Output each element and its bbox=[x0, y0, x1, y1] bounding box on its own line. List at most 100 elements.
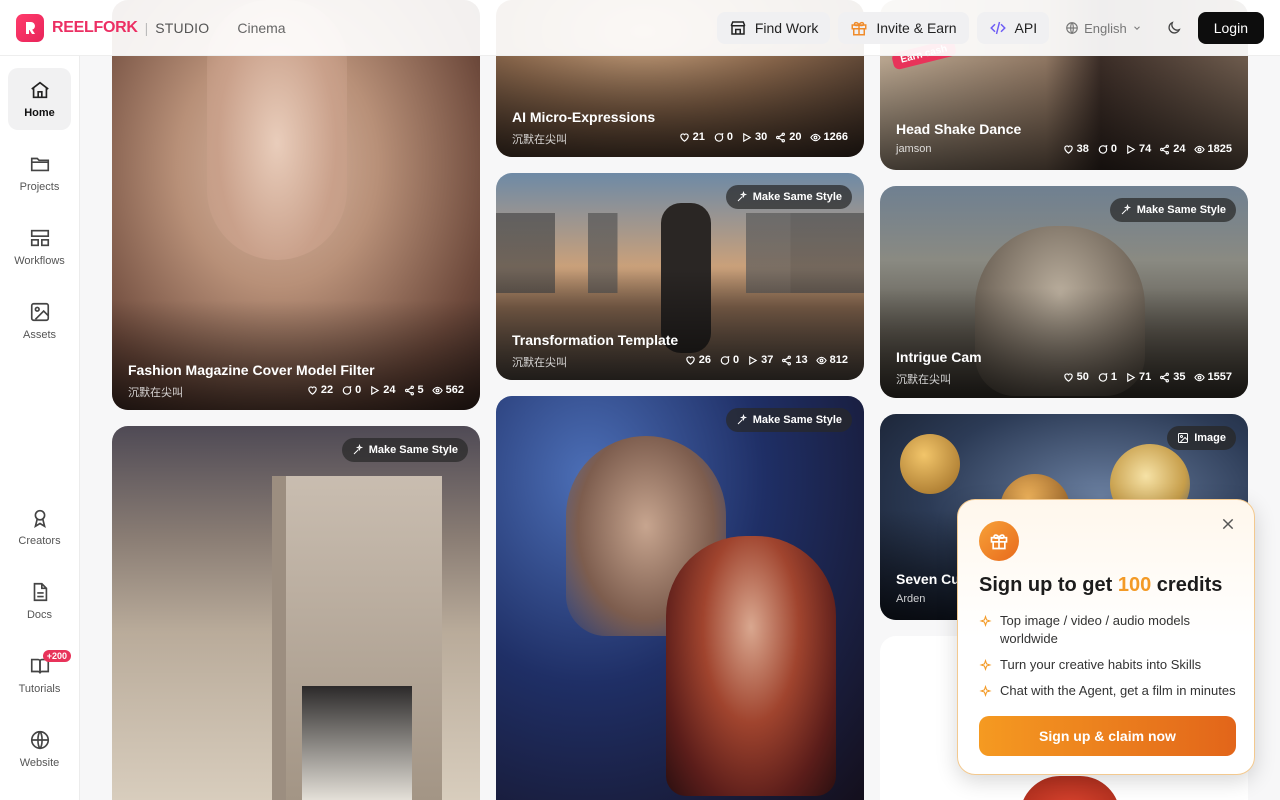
document-icon bbox=[33, 582, 47, 602]
shares-count: 24 bbox=[1173, 143, 1186, 155]
promo-benefit-item: Top image / video / audio models worldwi… bbox=[979, 612, 1241, 648]
card-thumbnail bbox=[1020, 776, 1120, 800]
likes-stat: 21 bbox=[679, 131, 705, 143]
brand-product: STUDIO bbox=[155, 19, 210, 36]
template-card[interactable]: Make Same Style bbox=[112, 426, 480, 800]
make-same-style-button[interactable]: Make Same Style bbox=[725, 185, 852, 209]
make-same-style-label: Make Same Style bbox=[752, 191, 842, 203]
play-icon bbox=[1127, 372, 1136, 382]
globe-icon bbox=[30, 730, 49, 750]
sidebar-item-label: Docs bbox=[26, 609, 53, 621]
shares-stat: 5 bbox=[404, 384, 424, 396]
share-icon bbox=[1160, 372, 1170, 382]
promo-benefit-text: Top image / video / audio models worldwi… bbox=[1000, 613, 1191, 646]
card-title: AI Micro-Expressions bbox=[512, 109, 656, 125]
find-work-button[interactable]: Find Work bbox=[716, 12, 831, 44]
comment-icon bbox=[1098, 144, 1108, 154]
likes-stat: 38 bbox=[1063, 143, 1089, 155]
views-stat: 1266 bbox=[809, 131, 848, 143]
heart-icon bbox=[1063, 372, 1073, 382]
sidebar-item-tutorials[interactable]: Tutorials +200 bbox=[8, 644, 71, 706]
card-author: 沉默在尖叫 bbox=[896, 374, 951, 386]
brand-name: REELFORK bbox=[52, 18, 138, 36]
card-title: Seven Cu bbox=[896, 571, 960, 587]
moon-icon bbox=[1168, 21, 1181, 34]
share-icon bbox=[776, 132, 786, 142]
comment-icon bbox=[714, 132, 724, 142]
template-card[interactable]: Fashion Magazine Cover Model Filter 沉默在尖… bbox=[112, 0, 480, 410]
sidebar-item-home[interactable]: Home bbox=[8, 68, 71, 130]
make-same-style-button[interactable]: Make Same Style bbox=[725, 408, 852, 432]
card-author: 沉默在尖叫 bbox=[512, 357, 567, 369]
likes-count: 26 bbox=[698, 354, 712, 366]
login-button[interactable]: Login bbox=[1197, 12, 1264, 44]
api-label: API bbox=[1014, 20, 1038, 36]
eye-icon bbox=[1193, 373, 1205, 381]
top-bar: REELFORK | STUDIO Cinema Find Work Invit… bbox=[0, 0, 1280, 56]
sidebar-item-creators[interactable]: Creators bbox=[8, 496, 71, 558]
comments-count: 0 bbox=[733, 354, 740, 366]
sidebar-item-projects[interactable]: Projects bbox=[8, 142, 71, 204]
plays-count: 71 bbox=[1139, 371, 1152, 383]
play-icon bbox=[743, 132, 752, 142]
comments-count: 1 bbox=[1110, 371, 1118, 383]
brand-logo[interactable]: REELFORK | STUDIO bbox=[16, 13, 210, 42]
comments-count: 0 bbox=[355, 384, 362, 396]
language-selector[interactable]: English bbox=[1057, 12, 1150, 44]
make-same-style-button[interactable]: Make Same Style bbox=[1109, 198, 1236, 222]
sidebar-item-label: Home bbox=[24, 107, 55, 119]
sparkles-icon bbox=[737, 191, 747, 202]
nav-cinema-link[interactable]: Cinema bbox=[237, 20, 285, 36]
comments-stat: 0 bbox=[1097, 143, 1117, 155]
promo-benefit-text: Turn your creative habits into Skills bbox=[1000, 657, 1202, 672]
heart-icon bbox=[686, 355, 695, 365]
views-stat: 1825 bbox=[1193, 143, 1232, 155]
reelfork-logo-icon bbox=[16, 13, 44, 42]
globe-icon bbox=[1066, 22, 1078, 35]
plays-stat: 74 bbox=[1125, 143, 1151, 155]
promo-title-suffix: credits bbox=[1151, 574, 1223, 596]
gift-icon bbox=[851, 21, 867, 36]
plays-count: 30 bbox=[755, 131, 768, 143]
folder-icon bbox=[30, 157, 49, 172]
template-card[interactable]: Make Same Style Intrigue Cam 沉默在尖叫 50 1 … bbox=[880, 186, 1248, 398]
card-figures bbox=[302, 686, 412, 800]
sidebar: Home Projects Workflows Assets Creators … bbox=[0, 56, 80, 800]
comments-stat: 1 bbox=[1097, 371, 1117, 383]
make-same-style-label: Make Same Style bbox=[1136, 204, 1226, 216]
close-icon[interactable] bbox=[1220, 516, 1236, 532]
promo-benefit-text: Chat with the Agent, get a film in minut… bbox=[1000, 683, 1236, 698]
comment-icon bbox=[342, 385, 352, 395]
sidebar-item-workflows[interactable]: Workflows bbox=[8, 216, 71, 278]
sidebar-item-docs[interactable]: Docs bbox=[8, 570, 71, 632]
card-author: 沉默在尖叫 bbox=[512, 134, 567, 146]
home-icon bbox=[30, 81, 49, 99]
template-card[interactable]: Make Same Style bbox=[496, 396, 864, 800]
share-icon bbox=[1160, 144, 1170, 154]
make-same-style-button[interactable]: Make Same Style bbox=[341, 438, 468, 462]
tutorials-badge: +200 bbox=[42, 650, 71, 662]
make-same-style-label: Make Same Style bbox=[752, 414, 842, 426]
invite-earn-button[interactable]: Invite & Earn bbox=[838, 12, 969, 44]
template-card[interactable]: Make Same Style Transformation Template … bbox=[496, 173, 864, 380]
views-count: 1825 bbox=[1207, 143, 1232, 155]
card-stats: 21 0 30 20 1266 bbox=[679, 131, 848, 143]
views-stat: 1557 bbox=[1193, 371, 1232, 383]
comment-icon bbox=[1098, 372, 1108, 382]
sidebar-item-assets[interactable]: Assets bbox=[8, 290, 71, 352]
sparkle-icon bbox=[979, 615, 992, 628]
theme-toggle-button[interactable] bbox=[1158, 12, 1190, 44]
sidebar-item-website[interactable]: Website bbox=[8, 718, 71, 780]
promo-benefits-list: Top image / video / audio models worldwi… bbox=[979, 612, 1241, 708]
card-stats: 50 1 71 35 1557 bbox=[1063, 371, 1232, 383]
api-button[interactable]: API bbox=[976, 12, 1050, 44]
card-title: Transformation Template bbox=[512, 332, 679, 348]
image-icon bbox=[30, 302, 49, 322]
sparkles-icon bbox=[737, 414, 747, 425]
shares-count: 5 bbox=[417, 384, 424, 396]
signup-claim-button[interactable]: Sign up & claim now bbox=[979, 716, 1236, 756]
comments-stat: 0 bbox=[341, 384, 361, 396]
likes-stat: 50 bbox=[1063, 371, 1089, 383]
card-thumbnail bbox=[900, 434, 960, 494]
plays-count: 24 bbox=[383, 384, 396, 396]
